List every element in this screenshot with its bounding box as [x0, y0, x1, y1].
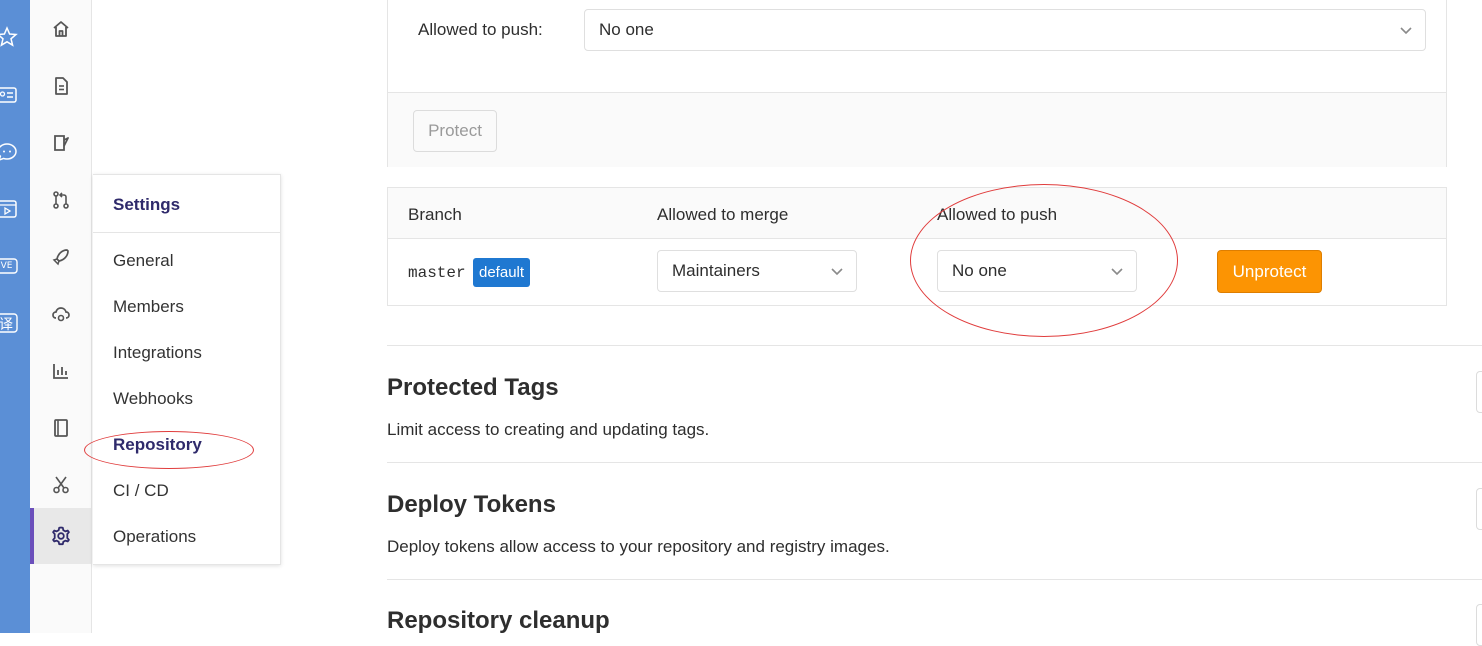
column-header-allowed-to-merge: Allowed to merge	[657, 205, 789, 224]
nav-merge-requests[interactable]	[30, 172, 91, 228]
book-icon	[53, 419, 68, 437]
annotation-circle-allowed-to-push	[910, 184, 1178, 337]
protected-tags-expand-button[interactable]	[1476, 371, 1482, 413]
nav-snippets[interactable]	[30, 457, 91, 513]
home-icon	[52, 21, 69, 37]
issues-icon	[53, 135, 69, 151]
deploy-tokens-expand-button[interactable]	[1476, 488, 1482, 530]
settings-item-general[interactable]: General	[113, 251, 173, 271]
settings-menu-divider	[93, 232, 280, 233]
chevron-down-icon	[830, 264, 844, 278]
nav-wiki[interactable]	[30, 400, 91, 456]
protected-tags-description: Limit access to creating and updating ta…	[387, 420, 710, 439]
file-icon	[54, 77, 68, 95]
nav-project-overview[interactable]	[30, 1, 91, 57]
protect-form-footer: Protect	[388, 92, 1446, 167]
settings-menu-title: Settings	[113, 195, 181, 214]
deploy-tokens-title: Deploy Tokens	[387, 491, 556, 518]
project-nav-rail	[30, 0, 92, 633]
video-play-icon[interactable]	[0, 198, 18, 220]
chat-bubble-icon[interactable]	[0, 141, 18, 163]
settings-item-ci-cd[interactable]: CI / CD	[113, 481, 169, 501]
section-divider	[387, 579, 1482, 580]
table-header: Branch Allowed to merge Allowed to push	[388, 188, 1446, 239]
nav-ci-cd[interactable]	[30, 229, 91, 285]
nav-repository[interactable]	[30, 58, 91, 114]
allowed-to-push-label: Allowed to push:	[418, 20, 543, 39]
annotation-circle-repository	[84, 431, 254, 469]
settings-item-webhooks[interactable]: Webhooks	[113, 389, 193, 409]
allowed-to-push-value: No one	[599, 20, 654, 39]
column-header-branch: Branch	[408, 205, 462, 224]
merge-request-icon	[52, 191, 69, 209]
settings-flyout-menu: Settings General Members Integrations We…	[84, 174, 281, 565]
protect-branch-form: Allowed to push: No one Protect	[387, 0, 1447, 167]
protect-button[interactable]: Protect	[413, 110, 497, 152]
protected-branches-table: Branch Allowed to merge Allowed to push …	[387, 184, 1447, 337]
settings-item-operations[interactable]: Operations	[113, 527, 196, 547]
live-label: IVE	[0, 261, 13, 271]
unprotect-button[interactable]: Unprotect	[1217, 250, 1322, 293]
section-divider	[387, 462, 1482, 463]
allowed-to-merge-dropdown[interactable]: Maintainers	[657, 250, 857, 292]
settings-gear-icon	[51, 526, 70, 546]
deploy-tokens-description: Deploy tokens allow access to your repos…	[387, 537, 890, 556]
allowed-to-merge-value: Maintainers	[672, 261, 760, 280]
nav-analytics[interactable]	[30, 343, 91, 399]
cloud-gear-icon	[51, 307, 70, 322]
default-badge: default	[473, 258, 531, 287]
star-icon[interactable]	[0, 26, 18, 48]
translate-char: 译	[0, 317, 13, 333]
nav-issues[interactable]	[30, 115, 91, 171]
nav-operations[interactable]	[30, 286, 91, 342]
branch-name: master	[408, 264, 466, 282]
rocket-icon	[52, 249, 69, 266]
settings-item-integrations[interactable]: Integrations	[113, 343, 202, 363]
chart-icon	[52, 364, 68, 379]
contact-card-icon[interactable]	[0, 84, 18, 106]
protected-tags-title: Protected Tags	[387, 374, 559, 401]
settings-item-members[interactable]: Members	[113, 297, 184, 317]
repository-cleanup-expand-button[interactable]	[1476, 604, 1482, 646]
repository-cleanup-title: Repository cleanup	[387, 607, 610, 634]
allowed-to-push-select[interactable]: No one	[584, 9, 1426, 51]
section-divider	[387, 345, 1482, 346]
nav-settings[interactable]	[30, 508, 91, 564]
os-side-rail: IVE 译	[0, 0, 30, 633]
scissors-icon	[52, 476, 69, 494]
chevron-down-icon	[1399, 23, 1413, 37]
